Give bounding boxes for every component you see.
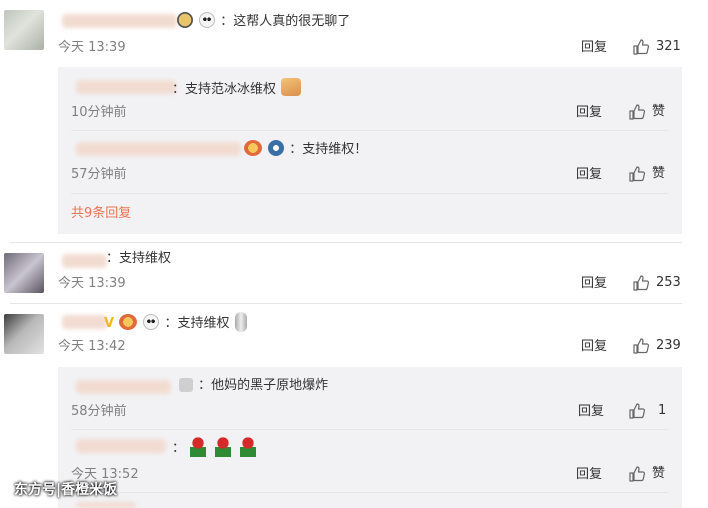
reply-button[interactable]: 回复 [581, 39, 607, 57]
rose-emoji-icon [240, 437, 257, 457]
reply-time: 57分钟前 [71, 167, 127, 182]
sub-comments: ：他妈的黑子原地爆炸 58分钟前 回复 1 ： 今天 13:52 回复 赞 [58, 367, 682, 508]
like-count: 239 [656, 338, 681, 353]
like-button[interactable]: 赞 [628, 465, 665, 483]
reply-time: 10分钟前 [71, 105, 127, 120]
divider [71, 492, 668, 493]
comment-time: 今天 13:39 [58, 276, 126, 291]
sub-comments: ：支持范冰冰维权 10分钟前 回复 赞 ：支持维权！ 57分钟前 回复 赞 共9… [58, 67, 682, 234]
like-button[interactable]: 321 [632, 38, 681, 56]
like-button[interactable]: 赞 [628, 165, 665, 183]
reply-text: ：支持维权！ [289, 142, 368, 157]
thumbs-up-icon [628, 103, 646, 121]
divider [71, 429, 668, 430]
username[interactable] [76, 439, 166, 453]
thumbs-up-icon [628, 465, 646, 483]
username[interactable] [76, 502, 136, 508]
avatar[interactable] [4, 314, 44, 354]
like-count: 253 [656, 275, 681, 290]
like-label: 赞 [652, 104, 666, 119]
reply-text: ：他妈的黑子原地爆炸 [198, 378, 329, 393]
microphone-emoji-icon [234, 312, 247, 332]
comment-text: ：支持维权 [106, 251, 172, 266]
comment-time: 今天 13:39 [58, 40, 126, 55]
comment-item: V ：支持维权 今天 13:42 回复 239 ：他妈的黑子原地爆炸 58分钟前… [0, 304, 708, 508]
like-button[interactable]: 1 [628, 402, 666, 420]
emoji-icon [268, 140, 285, 156]
watermark: 东方号|香橙米饭 [14, 482, 118, 498]
thumbs-up-icon [632, 274, 650, 292]
reply-button[interactable]: 回复 [576, 104, 602, 122]
reply-button[interactable]: 回复 [578, 403, 604, 421]
like-button[interactable]: 赞 [628, 103, 665, 121]
more-replies-link[interactable]: 共9条回复 [71, 205, 131, 223]
panda-emoji-icon [143, 314, 160, 330]
username[interactable] [76, 80, 176, 94]
reply-button[interactable]: 回复 [576, 466, 602, 484]
emoji-icon [179, 378, 193, 392]
like-count: 321 [656, 39, 681, 54]
username[interactable] [62, 14, 177, 28]
thumbs-up-icon [628, 402, 646, 420]
vip-icon: V [104, 316, 115, 331]
comment-time: 今天 13:42 [58, 339, 126, 354]
reply-time: 58分钟前 [71, 404, 127, 419]
like-count: 1 [658, 403, 667, 418]
reply-button[interactable]: 回复 [581, 275, 607, 293]
comment-text: ：这帮人真的很无聊了 [220, 14, 351, 29]
reply-text: ： [172, 441, 186, 456]
panda-emoji-icon [199, 12, 216, 28]
reply-text: ：支持范冰冰维权 [172, 82, 277, 97]
avatar[interactable] [4, 10, 44, 50]
thumbs-up-icon [632, 38, 650, 56]
username[interactable] [76, 142, 241, 156]
avatar[interactable] [4, 253, 44, 293]
reply-button[interactable]: 回复 [576, 166, 602, 184]
comment-item: ：这帮人真的很无聊了 今天 13:39 回复 321 ：支持范冰冰维权 10分钟… [0, 0, 708, 240]
username[interactable] [76, 380, 171, 394]
badge-icon [119, 314, 138, 330]
comment-text: ：支持维权 [164, 316, 230, 331]
thumbs-up-emoji-icon [281, 78, 302, 96]
like-button[interactable]: 253 [632, 274, 681, 292]
comment-item: ：支持维权 今天 13:39 回复 253 [0, 243, 708, 303]
thumbs-up-icon [632, 337, 650, 355]
rose-emoji-icon [215, 437, 232, 457]
badge-icon [244, 140, 262, 156]
like-label: 赞 [652, 166, 666, 181]
username[interactable] [62, 315, 107, 329]
username[interactable] [62, 254, 107, 268]
divider [71, 193, 668, 194]
rose-emoji-icon [190, 437, 207, 457]
emoji-icon [177, 12, 193, 28]
like-label: 赞 [652, 466, 666, 481]
divider [71, 130, 668, 131]
thumbs-up-icon [628, 165, 646, 183]
reply-button[interactable]: 回复 [581, 338, 607, 356]
like-button[interactable]: 239 [632, 337, 681, 355]
